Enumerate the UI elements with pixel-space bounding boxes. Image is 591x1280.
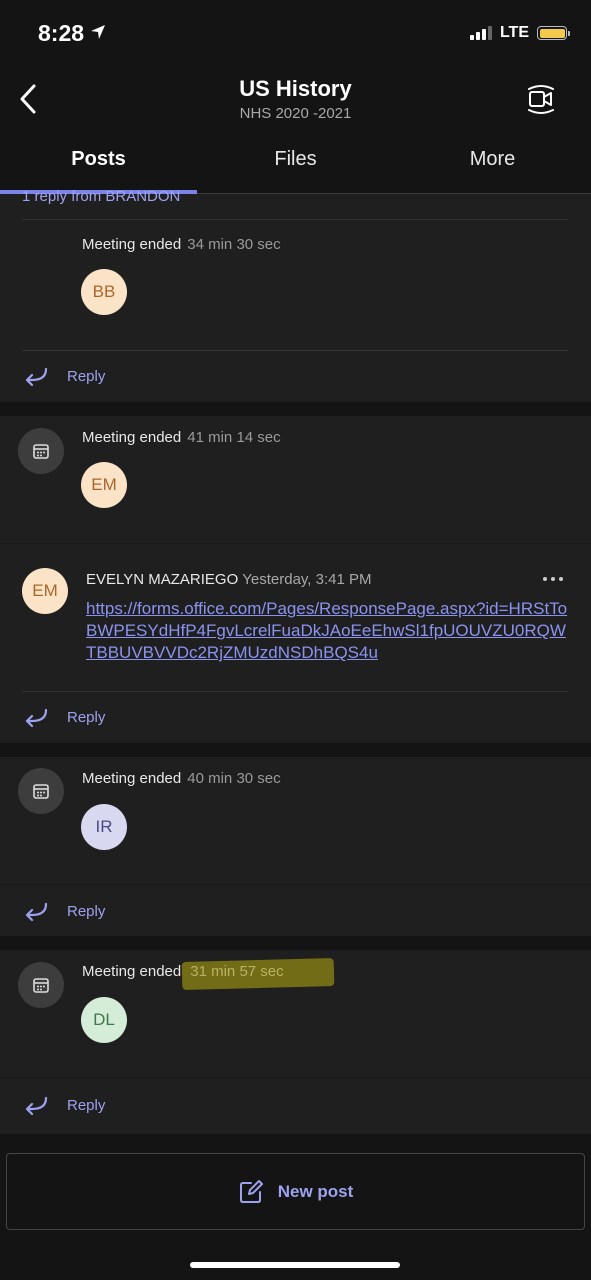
meeting-status: Meeting ended 40 min 30 sec: [82, 770, 281, 787]
tab-posts[interactable]: Posts: [0, 140, 197, 194]
video-call-icon[interactable]: [526, 84, 556, 116]
avatar[interactable]: BB: [81, 269, 127, 315]
post-card: Meeting ended 41 min 14 sec EM EM EVELYN …: [0, 416, 591, 743]
form-link[interactable]: https://forms.office.com/Pages/ResponseP…: [86, 598, 576, 664]
reply-summary[interactable]: 1 reply from BRANDON: [22, 188, 180, 205]
team-name: NHS 2020 -2021: [239, 105, 352, 122]
post-card: 1 reply from BRANDON Meeting ended 34 min…: [0, 188, 591, 402]
status-time: 8:28: [38, 20, 106, 47]
meeting-status: Meeting ended 31 min 57 sec: [82, 963, 284, 980]
reply-button[interactable]: Reply: [24, 707, 105, 727]
divider: [0, 1077, 591, 1078]
location-arrow-icon: [91, 25, 106, 39]
divider: [22, 219, 568, 220]
reply-arrow-icon: [25, 1096, 48, 1115]
compose-icon: [239, 1179, 263, 1203]
meeting-status: Meeting ended 34 min 30 sec: [82, 236, 281, 253]
reply-arrow-icon: [25, 902, 48, 921]
tab-bar: Posts Files More: [0, 140, 591, 194]
reply-button[interactable]: Reply: [24, 901, 105, 921]
post-card: Meeting ended 40 min 30 sec IR Reply: [0, 757, 591, 936]
status-indicators: LTE: [469, 24, 570, 42]
reply-message: EM EVELYN MAZARIEGO Yesterday, 3:41 PM ht…: [0, 543, 591, 692]
avatar[interactable]: EM: [22, 568, 68, 614]
avatar[interactable]: DL: [81, 997, 127, 1043]
meeting-status: Meeting ended 41 min 14 sec: [82, 429, 281, 446]
channel-title: US History: [239, 76, 352, 101]
avatar[interactable]: IR: [81, 804, 127, 850]
battery-icon: [537, 26, 570, 40]
divider: [22, 691, 568, 692]
timestamp: Yesterday, 3:41 PM: [242, 571, 372, 588]
meeting-calendar-icon: [18, 428, 64, 474]
network-label: LTE: [499, 24, 529, 41]
signal-icon: [469, 26, 492, 40]
reply-arrow-icon: [25, 367, 48, 386]
meeting-duration: 31 min 57 sec: [190, 963, 284, 980]
reply-button[interactable]: Reply: [24, 1095, 105, 1115]
meeting-calendar-icon: [18, 962, 64, 1008]
reply-arrow-icon: [25, 708, 48, 727]
reply-button[interactable]: Reply: [24, 366, 105, 386]
author-line: EVELYN MAZARIEGO Yesterday, 3:41 PM: [86, 571, 372, 588]
meeting-duration: 40 min 30 sec: [187, 770, 281, 787]
meeting-duration: 34 min 30 sec: [187, 236, 281, 253]
avatar[interactable]: EM: [81, 462, 127, 508]
divider: [0, 884, 591, 885]
tab-files[interactable]: Files: [197, 140, 394, 193]
author-name: EVELYN MAZARIEGO: [86, 571, 239, 588]
home-indicator[interactable]: [190, 1262, 400, 1268]
new-post-button[interactable]: New post: [6, 1153, 585, 1230]
divider: [22, 350, 568, 351]
meeting-calendar-icon: [18, 768, 64, 814]
more-dots-icon[interactable]: [541, 575, 565, 583]
tab-more[interactable]: More: [394, 140, 591, 193]
meeting-duration: 41 min 14 sec: [187, 429, 281, 446]
new-post-label: New post: [277, 1181, 354, 1201]
